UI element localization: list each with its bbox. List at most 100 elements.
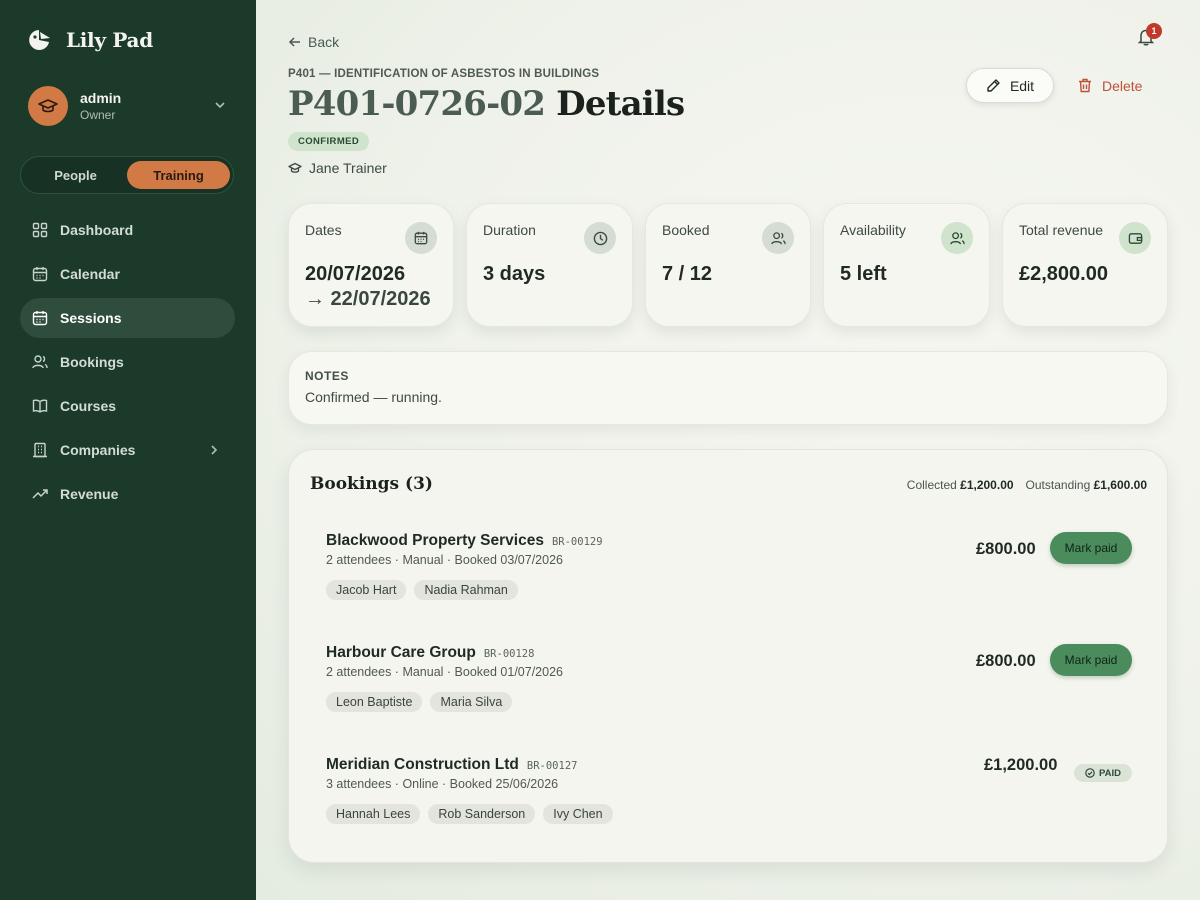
attendee-chips: Jacob Hart Nadia Rahman — [326, 580, 518, 600]
booking-amount: £800.00 — [976, 540, 1036, 558]
user-role: Owner — [80, 108, 116, 122]
app-name: Lily Pad — [66, 28, 153, 52]
attendee-chip: Nadia Rahman — [414, 580, 518, 600]
start-date: 20/07/2026 — [305, 263, 406, 285]
bookings-totals: Collected £1,200.00 Outstanding £1,600.00 — [907, 478, 1147, 492]
bookings-title: Bookings (3) — [310, 474, 433, 494]
sidebar-item-sessions[interactable]: Sessions — [20, 298, 235, 338]
booking-meta: 2 attendees · Manual · Booked 01/07/2026 — [326, 665, 563, 679]
page-title-word: Details — [556, 84, 685, 124]
sidebar-item-label: Courses — [60, 398, 117, 414]
brand[interactable]: Lily Pad — [26, 28, 153, 52]
edit-button[interactable]: Edit — [966, 68, 1054, 103]
stat-card-duration: Duration 3 days — [466, 203, 633, 327]
sidebar-item-courses[interactable]: Courses — [20, 386, 235, 426]
sidebar: Lily Pad admin Owner People Training Das… — [0, 0, 256, 900]
sidebar-item-label: Bookings — [60, 354, 124, 370]
main-content: Back 1 P401 — IDENTIFICATION OF ASBESTOS… — [256, 0, 1200, 900]
attendee-chip: Jacob Hart — [326, 580, 407, 600]
notification-count-badge: 1 — [1146, 23, 1162, 39]
booking-amount: £1,200.00 — [984, 756, 1058, 774]
sidebar-item-label: Dashboard — [60, 222, 134, 238]
mode-training-button[interactable]: Training — [127, 161, 230, 189]
sidebar-item-calendar[interactable]: Calendar — [20, 254, 235, 294]
booking-ref: BR-00129 — [551, 536, 603, 548]
book-icon — [32, 398, 48, 414]
pencil-icon — [986, 78, 1001, 93]
user-menu[interactable]: admin Owner — [28, 86, 228, 126]
booking-company: Meridian Construction Ltd BR-00127 — [326, 756, 577, 774]
calendar-icon — [405, 222, 437, 254]
attendee-chip: Ivy Chen — [543, 804, 613, 824]
sidebar-item-bookings[interactable]: Bookings — [20, 342, 235, 382]
trash-icon — [1078, 78, 1092, 93]
sidebar-item-companies[interactable]: Companies — [20, 430, 235, 470]
sidebar-item-label: Sessions — [60, 310, 122, 326]
trend-icon — [32, 486, 48, 502]
company-name[interactable]: Harbour Care Group — [326, 644, 476, 662]
lily-pad-logo-icon — [26, 29, 52, 51]
notes-text: Confirmed — running. — [305, 389, 442, 405]
notes-label: NOTES — [305, 369, 349, 383]
collected-amount: £1,200.00 — [960, 478, 1014, 492]
trainer: Jane Trainer — [288, 160, 387, 176]
users-icon — [32, 354, 48, 370]
booking-row[interactable]: Blackwood Property Services BR-00129 2 a… — [326, 532, 1132, 622]
sidebar-item-label: Revenue — [60, 486, 119, 502]
attendee-chip: Leon Baptiste — [326, 692, 423, 712]
sidebar-item-revenue[interactable]: Revenue — [20, 474, 235, 514]
stat-value: 20/07/2026 → 22/07/2026 — [305, 262, 431, 312]
paid-label: PAID — [1099, 767, 1121, 779]
avatar — [28, 86, 68, 126]
chevron-right-icon[interactable] — [209, 444, 219, 456]
sidebar-item-dashboard[interactable]: Dashboard — [20, 210, 235, 250]
attendee-chips: Hannah Lees Rob Sanderson Ivy Chen — [326, 804, 613, 824]
mark-paid-button[interactable]: Mark paid — [1050, 532, 1132, 564]
stat-card-availability: Availability 5 left — [823, 203, 990, 327]
calendar-icon — [32, 266, 48, 282]
notes-panel: NOTES Confirmed — running. — [288, 351, 1168, 425]
course-name: P401 — IDENTIFICATION OF ASBESTOS IN BUI… — [288, 68, 600, 80]
outstanding-label: Outstanding — [1025, 478, 1091, 492]
users-icon — [941, 222, 973, 254]
check-circle-icon — [1085, 768, 1095, 778]
chevron-down-icon[interactable] — [214, 99, 226, 111]
sidebar-nav: Dashboard Calendar Sessions Bookings Cou… — [20, 210, 235, 518]
booking-amount: £800.00 — [976, 652, 1036, 670]
delete-button[interactable]: Delete — [1078, 68, 1142, 103]
sidebar-item-label: Companies — [60, 442, 136, 458]
stat-card-dates: Dates 20/07/2026 → 22/07/2026 — [288, 203, 454, 327]
mode-switch: People Training — [20, 156, 234, 194]
trainer-name: Jane Trainer — [309, 160, 387, 176]
booking-ref: BR-00127 — [526, 760, 578, 772]
stat-value: £2,800.00 — [1019, 263, 1108, 285]
mode-people-button[interactable]: People — [24, 161, 127, 189]
outstanding-amount: £1,600.00 — [1093, 478, 1147, 492]
booking-row[interactable]: Meridian Construction Ltd BR-00127 3 att… — [326, 756, 1132, 846]
booking-row[interactable]: Harbour Care Group BR-00128 2 attendees … — [326, 644, 1132, 734]
booking-company: Harbour Care Group BR-00128 — [326, 644, 534, 662]
end-date: → 22/07/2026 — [305, 288, 431, 310]
booking-meta: 2 attendees · Manual · Booked 03/07/2026 — [326, 553, 563, 567]
company-name[interactable]: Meridian Construction Ltd — [326, 756, 519, 774]
graduation-cap-icon — [288, 162, 302, 174]
arrow-left-icon — [288, 35, 302, 49]
attendee-chip: Hannah Lees — [326, 804, 421, 824]
edit-label: Edit — [1009, 77, 1035, 94]
wallet-icon — [1119, 222, 1151, 254]
mark-paid-button[interactable]: Mark paid — [1050, 644, 1132, 676]
status-badge: CONFIRMED — [288, 132, 370, 151]
attendee-chip: Maria Silva — [430, 692, 513, 712]
company-name[interactable]: Blackwood Property Services — [326, 532, 544, 550]
back-link[interactable]: Back — [288, 34, 339, 50]
grid-icon — [32, 222, 48, 238]
delete-label: Delete — [1102, 77, 1143, 94]
session-code: P401-0726-02 — [288, 84, 546, 124]
back-label: Back — [308, 34, 340, 50]
stat-value: 3 days — [483, 263, 546, 285]
stat-card-booked: Booked 7 / 12 — [645, 203, 811, 327]
clock-icon — [584, 222, 616, 254]
booking-ref: BR-00128 — [483, 648, 535, 660]
attendee-chips: Leon Baptiste Maria Silva — [326, 692, 513, 712]
stat-value: 5 left — [840, 263, 887, 285]
